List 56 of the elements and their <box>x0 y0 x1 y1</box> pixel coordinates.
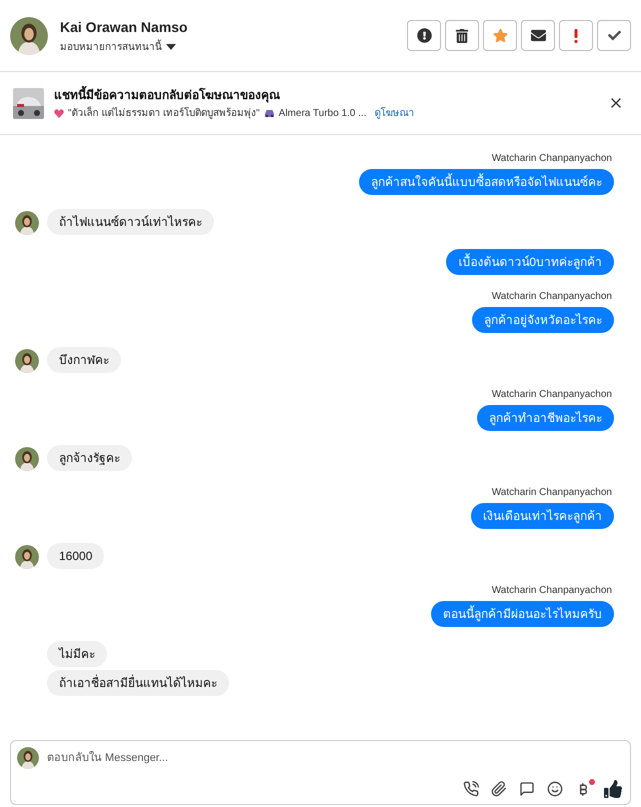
sender-name: Watcharin Chanpanyachon <box>492 290 613 304</box>
phone-icon <box>463 781 479 797</box>
spam-button[interactable] <box>407 20 441 51</box>
message-bubble: ลูกค้าทำอาชีพอะไรคะ <box>477 405 614 431</box>
reply-box[interactable]: ตอบกลับใน Messenger... <box>10 740 631 805</box>
trash-icon <box>455 28 469 42</box>
message-bubble: ตอนนี้ลูกค้ามีผ่อนอะไรไหมครับ <box>431 601 614 627</box>
chat-icon <box>519 781 535 797</box>
message-bubble: เงินเดือนเท่าไรคะลูกค้า <box>471 503 614 529</box>
sender-avatar <box>15 447 39 471</box>
message-bubble: ลูกค้าสนใจคันนี้แบบซื้อสดหรือจัดไฟแนนซ์คะ <box>359 169 614 195</box>
car-icon <box>264 108 275 118</box>
call-button[interactable] <box>463 781 479 797</box>
sender-name: Watcharin Chanpanyachon <box>492 486 613 500</box>
emoji-button[interactable] <box>547 781 563 797</box>
ad-snippet: "ตัวเล็ก แต่ไม่ธรรมดา เทอร์โบติดบูสพร้อมพุ่ง" <box>68 106 260 120</box>
check-icon <box>608 29 620 42</box>
assign-dropdown[interactable]: มอบหมายการสนทนานี้ <box>60 40 188 54</box>
done-button[interactable] <box>597 20 631 51</box>
contact-avatar <box>10 16 48 54</box>
exclamation-icon <box>574 28 578 42</box>
mark-unread-button[interactable] <box>521 20 555 51</box>
contact-name: Kai Orawan Namso <box>60 18 188 36</box>
view-ad-link[interactable]: ดูโฆษณา <box>374 106 414 120</box>
message-bubble: 16000 <box>47 543 104 569</box>
like-button[interactable] <box>604 780 622 798</box>
delete-button[interactable] <box>445 20 479 51</box>
sender-avatar <box>15 211 39 235</box>
message-bubble: ลูกค้าอยู่จังหวัดอะไรคะ <box>472 307 614 333</box>
user-avatar <box>17 747 39 769</box>
thumbs-up-icon <box>604 780 622 798</box>
attach-button[interactable] <box>491 781 507 797</box>
reply-field[interactable]: ตอบกลับใน Messenger... <box>47 748 624 768</box>
sender-avatar <box>15 349 39 373</box>
star-icon <box>492 28 508 43</box>
sender-name: Watcharin Chanpanyachon <box>492 152 613 166</box>
important-button[interactable] <box>559 20 593 51</box>
caret-icon <box>166 44 176 50</box>
ad-car-text: Almera Turbo 1.0 ... <box>278 106 366 120</box>
sender-name: Watcharin Chanpanyachon <box>492 584 613 598</box>
message-bubble: เบื้องต้นดาวน์0บาทค่ะลูกค้า <box>446 249 614 275</box>
alert-icon <box>416 28 432 43</box>
star-button[interactable] <box>483 20 517 51</box>
sender-name: Watcharin Chanpanyachon <box>492 388 613 402</box>
paperclip-icon <box>491 781 507 797</box>
message-bubble: ลูกจ้างรัฐคะ <box>47 445 132 471</box>
emoji-icon <box>547 781 563 797</box>
envelope-icon <box>530 28 546 43</box>
message-bubble: บึงกาฬคะ <box>47 347 121 373</box>
banner-title: แชทนี้มีข้อความตอบกลับต่อโฆษณาของคุณ <box>54 86 281 104</box>
heart-icon <box>54 108 64 118</box>
message-bubble: ถ้าเอาชื่อสามียื่นแทนได้ไหมคะ <box>47 670 229 696</box>
message-bubble: ไม่มีคะ <box>47 641 107 667</box>
sender-avatar <box>15 545 39 569</box>
message-bubble: ถ้าไฟแนนซ์ดาวน์เท่าไหรคะ <box>47 209 214 235</box>
saved-replies-button[interactable] <box>519 781 535 797</box>
